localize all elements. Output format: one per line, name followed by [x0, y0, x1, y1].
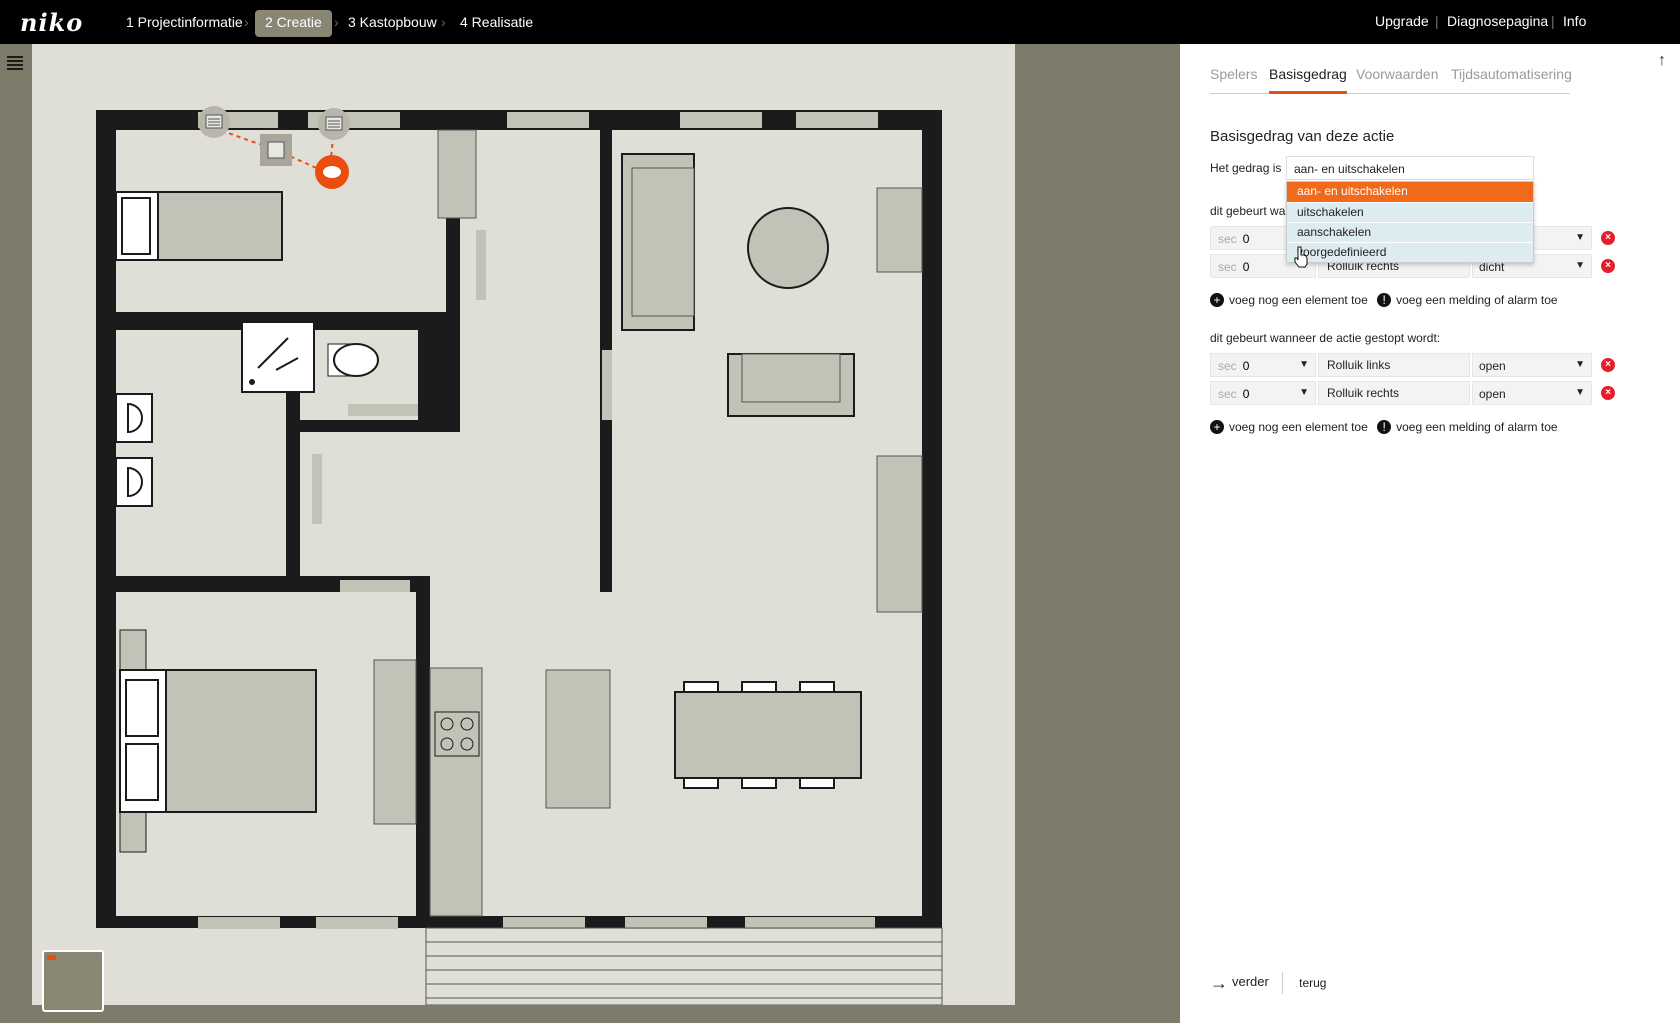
tab-tijdsautomatisering[interactable]: Tijdsautomatisering	[1451, 66, 1572, 94]
next-button[interactable]: → verder	[1210, 973, 1269, 993]
step-realisatie[interactable]: 4 Realisatie	[450, 10, 543, 37]
upgrade-link[interactable]: Upgrade	[1375, 13, 1429, 29]
minimap-marker	[47, 955, 56, 960]
tab-spelers[interactable]: Spelers	[1210, 66, 1257, 94]
stopped-label: dit gebeurt wanneer de actie gestopt wor…	[1210, 331, 1441, 345]
add-actions-stopped: + voeg nog een element toe ! voeg een meld…	[1210, 419, 1558, 434]
menu-icon[interactable]	[7, 56, 23, 72]
separator: |	[1435, 13, 1439, 29]
delete-row-icon[interactable]: ×	[1601, 259, 1615, 273]
option-uitschakelen[interactable]: uitschakelen	[1287, 202, 1533, 222]
step-kastopbouw[interactable]: 3 Kastopbouw	[338, 10, 447, 37]
add-actions-started: + voeg nog een element toe ! voeg een meld…	[1210, 292, 1558, 307]
caret-down-icon: ▼	[1575, 260, 1585, 271]
chevron-right-icon: ›	[441, 14, 446, 30]
stopped-row: sec 0 ▼ Rolluik rechts open ▼ ×	[1210, 381, 1615, 405]
delete-row-icon[interactable]: ×	[1601, 358, 1615, 372]
diagnosepagina-link[interactable]: Diagnosepagina	[1447, 13, 1548, 29]
tab-voorwaarden[interactable]: Voorwaarden	[1356, 66, 1439, 94]
info-link[interactable]: Info	[1563, 13, 1586, 29]
element-select[interactable]: Rolluik rechts	[1318, 381, 1470, 405]
chevron-right-icon: ›	[244, 14, 249, 30]
behavior-dropdown: aan- en uitschakelen uitschakelen aansch…	[1286, 181, 1534, 263]
back-button[interactable]: terug	[1299, 976, 1326, 990]
state-select[interactable]: open ▼	[1472, 381, 1592, 405]
caret-down-icon: ▼	[1575, 387, 1585, 398]
delay-select[interactable]: sec0▼	[1210, 353, 1316, 377]
add-alarm-button[interactable]: ! voeg een melding of alarm toe	[1377, 292, 1558, 307]
caret-down-icon: ▼	[1299, 359, 1309, 370]
niko-logo[interactable]: niko	[20, 8, 83, 37]
rolluik-rechts-device	[318, 108, 350, 140]
behavior-label: Het gedrag is	[1210, 161, 1282, 175]
caret-down-icon: ▼	[1575, 359, 1585, 370]
arrow-right-icon: →	[1210, 972, 1228, 993]
add-element-button[interactable]: + voeg nog een element toe	[1210, 292, 1368, 307]
delete-row-icon[interactable]: ×	[1601, 231, 1615, 245]
started-label: dit gebeurt wa	[1210, 204, 1286, 218]
behavior-select[interactable]: aan- en uitschakelen	[1286, 156, 1534, 180]
alarm-icon: !	[1377, 292, 1392, 307]
minimap[interactable]	[42, 950, 104, 1012]
tab-bar: Spelers Basisgedrag Voorwaarden Tijdsaut…	[1210, 66, 1572, 94]
action-marker-icon	[315, 155, 349, 189]
add-element-button[interactable]: + voeg nog een element toe	[1210, 419, 1368, 434]
add-alarm-button[interactable]: ! voeg een melding of alarm toe	[1377, 419, 1558, 434]
delete-row-icon[interactable]: ×	[1601, 386, 1615, 400]
arrow-up-icon[interactable]: ↑	[1658, 52, 1666, 70]
left-sidebar	[0, 44, 32, 1023]
section-title: Basisgedrag van deze actie	[1210, 128, 1395, 145]
alarm-icon: !	[1377, 419, 1392, 434]
step-projectinformatie[interactable]: 1 Projectinformatie	[116, 10, 253, 37]
top-navigation-bar: niko 1 Projectinformatie › 2 Creatie › 3…	[0, 0, 1680, 44]
element-select[interactable]: Rolluik links	[1318, 353, 1470, 377]
footer-navigation: → verder terug	[1210, 972, 1326, 994]
floorplan-canvas[interactable]	[32, 44, 1018, 1005]
option-aanschakelen[interactable]: aanschakelen	[1287, 222, 1533, 242]
caret-down-icon: ▼	[1575, 232, 1585, 243]
state-select[interactable]: open ▼	[1472, 353, 1592, 377]
plus-icon: +	[1210, 292, 1224, 307]
stopped-row: sec 0 ▼ Rolluik links open ▼ ×	[1210, 353, 1615, 377]
caret-down-icon: ▼	[1299, 387, 1309, 398]
option-aan-en-uitschakelen[interactable]: aan- en uitschakelen	[1287, 182, 1533, 202]
control-device	[260, 134, 292, 166]
rolluik-links-device	[198, 106, 230, 138]
step-creatie[interactable]: 2 Creatie	[255, 10, 332, 37]
floorplan	[32, 44, 1018, 1005]
action-panel: ↑ Spelers Basisgedrag Voorwaarden Tijdsa…	[1180, 44, 1680, 1023]
tab-basisgedrag[interactable]: Basisgedrag	[1269, 66, 1347, 94]
separator: |	[1551, 13, 1555, 29]
plus-icon: +	[1210, 419, 1224, 434]
hand-cursor-icon	[1294, 246, 1308, 268]
divider	[1282, 972, 1284, 994]
delay-select[interactable]: sec0▼	[1210, 381, 1316, 405]
option-voorgedefinieerd[interactable]: voorgedefinieerd	[1287, 242, 1533, 262]
